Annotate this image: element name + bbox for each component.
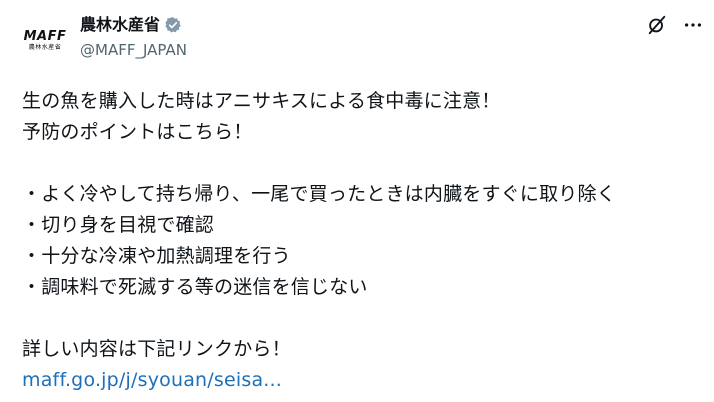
display-name[interactable]: 農林水産省 [80,14,160,36]
bullet-item: ・切り身を目視で確認 [22,214,215,236]
account-name-row: 農林水産省 [80,14,182,36]
tweet-line: 予防のポイントはこちら！ [22,121,253,143]
more-options-icon[interactable] [682,14,704,36]
external-link[interactable]: maff.go.jp/j/syouan/seisa... [22,369,282,391]
bullet-item: ・調味料で死滅する等の迷信を信じない [22,276,368,298]
tweet-top-actions [646,14,704,36]
maff-logo-subtext: 農林水産省 [28,44,62,51]
tweet-card: MAFF 農林水産省 農林水産省 @MAFF_JAPAN 生の魚を購入した時はア… [0,0,714,402]
avatar[interactable]: MAFF 農林水産省 [18,18,72,64]
verified-badge-icon [164,16,182,34]
tweet-line: 詳しい内容は下記リンクから！ [22,338,291,360]
grok-icon[interactable] [646,14,668,36]
tweet-text: 生の魚を購入した時はアニサキスによる食中毒に注意！ 予防のポイントはこちら！ ・… [22,86,702,396]
maff-logo: MAFF [23,29,67,44]
bullet-item: ・十分な冷凍や加熱調理を行う [22,245,291,267]
bullet-item: ・よく冷やして持ち帰り、一尾で買ったときは内臓をすぐに取り除く [22,183,616,205]
tweet-line: 生の魚を購入した時はアニサキスによる食中毒に注意！ [22,90,501,112]
account-handle[interactable]: @MAFF_JAPAN [80,40,187,60]
